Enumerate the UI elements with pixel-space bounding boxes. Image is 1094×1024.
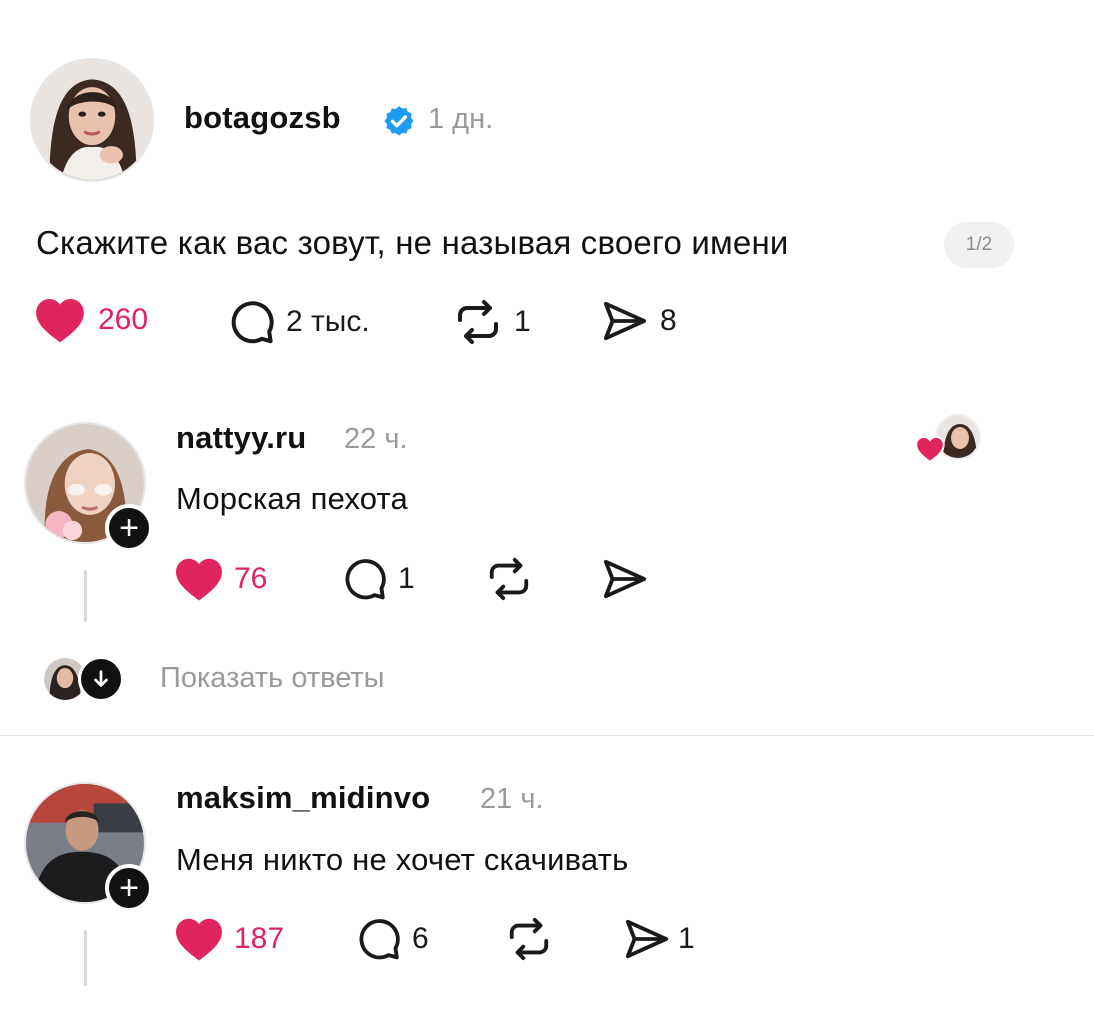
comment-share-count: 1 <box>678 922 695 955</box>
comment-bubble-icon <box>359 919 400 960</box>
post-text: Скажите как вас зовут, не называя своего… <box>36 224 789 261</box>
post-comment-count: 2 тыс. <box>286 305 370 338</box>
thread-line <box>84 930 87 986</box>
comment-share-button[interactable] <box>600 556 650 602</box>
comment-reply-count: 1 <box>398 562 415 595</box>
thread-line <box>84 570 87 622</box>
send-icon <box>603 301 647 341</box>
comment-like-count: 76 <box>234 562 268 595</box>
comment-username[interactable]: maksim_midinvo <box>176 780 430 816</box>
comment-share-button[interactable]: 1 <box>622 916 695 962</box>
comment-reply-button[interactable]: 6 <box>356 916 429 962</box>
page-indicator: 1/2 <box>944 222 1014 268</box>
post-repost-button[interactable]: 1 <box>452 298 531 346</box>
send-icon <box>603 559 647 599</box>
comment-text: Морская пехота <box>176 481 408 516</box>
comment-text: Меня никто не хочет скачивать <box>176 842 629 877</box>
repost-icon <box>458 300 498 344</box>
follow-button[interactable]: + <box>105 864 153 912</box>
follow-button[interactable]: + <box>105 504 153 552</box>
post-like-button[interactable]: 260 <box>34 296 148 344</box>
plus-icon: + <box>119 509 139 547</box>
post-author-avatar[interactable] <box>30 58 154 182</box>
heart-icon <box>176 558 222 601</box>
plus-icon: + <box>119 869 139 907</box>
arrow-down-icon <box>94 670 108 687</box>
show-replies-link[interactable]: Показать ответы <box>160 662 384 695</box>
post-share-button[interactable]: 8 <box>600 298 677 344</box>
comment-bubble-icon <box>345 559 386 600</box>
post-like-count: 260 <box>98 303 149 336</box>
comment-bubble-icon <box>231 301 274 344</box>
comment-reply-count: 6 <box>412 922 429 955</box>
send-icon <box>625 919 669 959</box>
repost-icon <box>509 917 549 961</box>
heart-icon <box>176 918 222 961</box>
post-time: 1 дн. <box>428 103 494 135</box>
heart-icon <box>36 298 84 343</box>
comment-repost-button[interactable] <box>504 916 554 962</box>
post-comment-button[interactable]: 2 тыс. <box>228 298 370 346</box>
verified-badge-icon <box>384 106 414 136</box>
comment-reply-button[interactable]: 1 <box>342 556 415 602</box>
comment-repost-button[interactable] <box>484 556 534 602</box>
comment-time: 22 ч. <box>344 423 408 455</box>
repost-icon <box>489 557 529 601</box>
comment-time: 21 ч. <box>480 783 544 815</box>
post-share-count: 8 <box>660 304 677 337</box>
comment-divider <box>0 735 1094 736</box>
comment-like-button[interactable]: 76 <box>174 556 267 602</box>
show-replies-button[interactable] <box>78 656 124 702</box>
comment-like-count: 187 <box>234 922 285 955</box>
comment-like-button[interactable]: 187 <box>174 916 284 962</box>
author-liked-heart-icon <box>915 435 945 463</box>
post-repost-count: 1 <box>514 305 531 338</box>
post-username[interactable]: botagozsb <box>184 100 341 136</box>
comment-username[interactable]: nattyy.ru <box>176 420 306 456</box>
